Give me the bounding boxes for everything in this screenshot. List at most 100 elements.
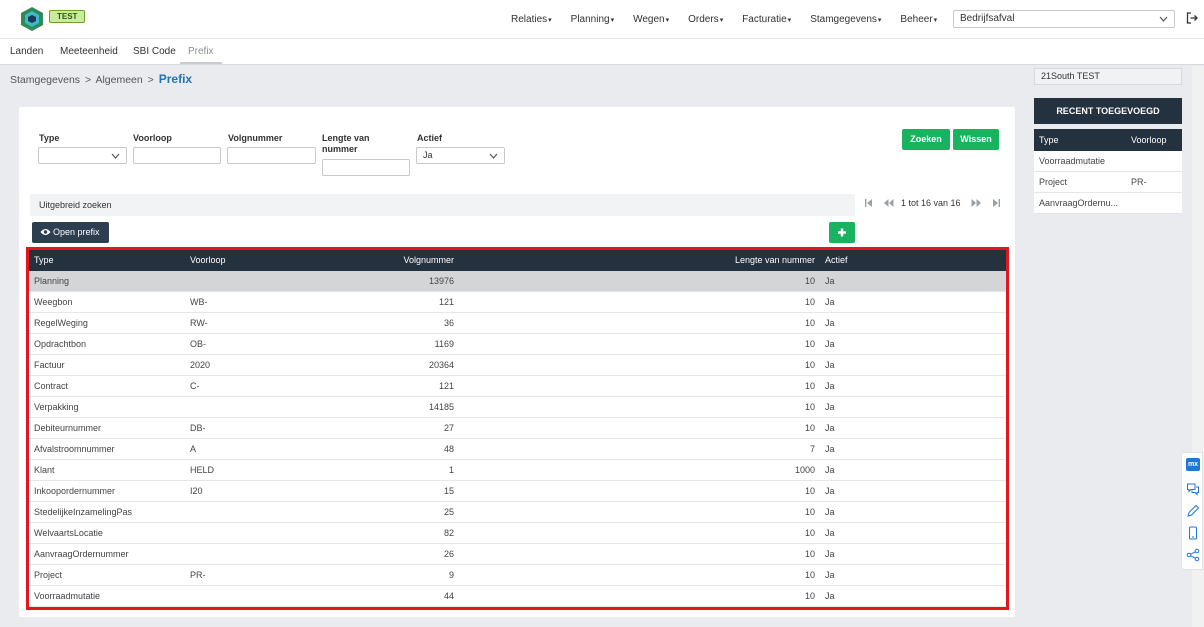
- menu-stamgegevens[interactable]: Stamgegevens▾: [810, 14, 881, 25]
- cell-actief: Ja: [825, 591, 835, 601]
- menu-relaties[interactable]: Relaties▾: [511, 14, 552, 25]
- type-label: Type: [39, 133, 60, 143]
- mx-badge-icon[interactable]: mx: [1186, 458, 1200, 471]
- cell-lengte: 10: [804, 570, 815, 580]
- cell-voorloop: RW-: [190, 318, 208, 328]
- top-navbar: TEST Relaties▾ Planning▾ Wegen▾ Orders▾ …: [0, 0, 1204, 39]
- cell-lengte: 10: [804, 423, 815, 433]
- environment-badge: TEST: [49, 10, 86, 23]
- cell-actief: Ja: [825, 318, 835, 328]
- type-select[interactable]: [38, 147, 127, 164]
- cell-type: Weegbon: [34, 297, 73, 307]
- plus-icon: [838, 228, 846, 237]
- cell-voorloop: WB-: [190, 297, 208, 307]
- cell-lengte: 10: [804, 591, 815, 601]
- table-row[interactable]: RegelWeging RW- 36 10 Ja: [29, 313, 1006, 334]
- table-row[interactable]: Planning 13976 10 Ja: [29, 271, 1006, 292]
- cell-volgnummer: 1169: [434, 339, 454, 349]
- table-row[interactable]: StedelijkeInzamelingPas 25 10 Ja: [29, 502, 1006, 523]
- menu-facturatie[interactable]: Facturatie▾: [742, 14, 791, 25]
- table-row[interactable]: Opdrachtbon OB- 1169 10 Ja: [29, 334, 1006, 355]
- chevron-down-icon: [489, 153, 498, 159]
- volgnummer-input[interactable]: [227, 147, 316, 164]
- cell-actief: Ja: [825, 276, 835, 286]
- voorloop-input[interactable]: [133, 147, 221, 164]
- lengte-input[interactable]: [322, 159, 410, 176]
- volgnummer-label: Volgnummer: [228, 133, 283, 143]
- pencil-icon[interactable]: [1186, 504, 1200, 518]
- cell-type: Klant: [34, 465, 55, 475]
- open-prefix-button[interactable]: Open prefix: [32, 222, 109, 243]
- company-select[interactable]: Bedrijfsafval: [953, 10, 1175, 28]
- cell-lengte: 10: [804, 402, 815, 412]
- app-logo-icon[interactable]: [19, 6, 45, 32]
- menu-wegen[interactable]: Wegen▾: [633, 14, 669, 25]
- column-header-volgnummer[interactable]: Volgnummer: [354, 250, 454, 271]
- voorloop-label: Voorloop: [133, 133, 172, 143]
- table-row[interactable]: Afvalstroomnummer A 48 7 Ja: [29, 439, 1006, 460]
- cell-volgnummer: 36: [443, 318, 454, 328]
- tab-landen[interactable]: Landen: [10, 46, 43, 57]
- cell-type: Project: [34, 570, 63, 580]
- advanced-search-toggle[interactable]: Uitgebreid zoeken: [30, 194, 855, 216]
- cell-lengte: 10: [804, 381, 815, 391]
- recent-table-body: Voorraadmutatie Project PR- AanvraagOrdernu…: [1034, 151, 1182, 214]
- breadcrumb-stamgegevens[interactable]: Stamgegevens: [10, 74, 80, 86]
- tab-meeteenheid[interactable]: Meeteenheid: [60, 46, 118, 57]
- table-row[interactable]: Verpakking 14185 10 Ja: [29, 397, 1006, 418]
- cell-actief: Ja: [825, 423, 835, 433]
- recent-cell-type: AanvraagOrdernu...: [1039, 198, 1119, 208]
- column-header-voorloop[interactable]: Voorloop: [190, 250, 226, 271]
- recent-row[interactable]: Voorraadmutatie: [1034, 151, 1182, 172]
- first-page-icon[interactable]: [864, 198, 873, 208]
- clear-button[interactable]: Wissen: [953, 129, 999, 150]
- table-row[interactable]: Factuur 2020 20364 10 Ja: [29, 355, 1006, 376]
- cell-volgnummer: 14185: [428, 402, 454, 412]
- cell-voorloop: HELD: [190, 465, 215, 475]
- cell-voorloop: 2020: [190, 360, 211, 370]
- breadcrumb-algemeen[interactable]: Algemeen: [95, 74, 142, 86]
- actief-select[interactable]: Ja: [416, 147, 505, 164]
- column-header-type[interactable]: Type: [34, 250, 54, 271]
- previous-page-icon[interactable]: [883, 198, 894, 208]
- menu-beheer[interactable]: Beheer▾: [900, 14, 937, 25]
- chevron-down-icon: [111, 153, 120, 159]
- recent-row[interactable]: AanvraagOrdernu...: [1034, 193, 1182, 214]
- table-row[interactable]: Weegbon WB- 121 10 Ja: [29, 292, 1006, 313]
- cell-voorloop: PR-: [190, 570, 206, 580]
- breadcrumb: Stamgegevens > Algemeen > Prefix: [10, 72, 193, 86]
- tab-prefix[interactable]: Prefix: [188, 46, 214, 57]
- cell-type: Afvalstroomnummer: [34, 444, 115, 454]
- table-row[interactable]: AanvraagOrdernummer 26 10 Ja: [29, 544, 1006, 565]
- cell-type: Inkoopordernummer: [34, 486, 116, 496]
- tab-sbi-code[interactable]: SBI Code: [133, 46, 176, 57]
- menu-orders[interactable]: Orders▾: [688, 14, 723, 25]
- cell-type: Debiteurnummer: [34, 423, 102, 433]
- table-row[interactable]: WelvaartsLocatie 82 10 Ja: [29, 523, 1006, 544]
- cell-type: Verpakking: [34, 402, 79, 412]
- cell-lengte: 10: [804, 486, 815, 496]
- menu-planning[interactable]: Planning▾: [571, 14, 614, 25]
- next-page-icon[interactable]: [971, 198, 982, 208]
- add-prefix-button[interactable]: [829, 222, 855, 243]
- mobile-phone-icon[interactable]: [1186, 526, 1200, 540]
- last-page-icon[interactable]: [992, 198, 1001, 208]
- cell-volgnummer: 25: [443, 507, 454, 517]
- cell-type: RegelWeging: [34, 318, 88, 328]
- table-row[interactable]: Contract C- 121 10 Ja: [29, 376, 1006, 397]
- search-button[interactable]: Zoeken: [902, 129, 950, 150]
- share-icon[interactable]: [1186, 548, 1200, 562]
- column-header-actief[interactable]: Actief: [825, 250, 848, 271]
- table-row[interactable]: Debiteurnummer DB- 27 10 Ja: [29, 418, 1006, 439]
- recent-row[interactable]: Project PR-: [1034, 172, 1182, 193]
- table-row[interactable]: Project PR- 9 10 Ja: [29, 565, 1006, 586]
- table-row[interactable]: Inkoopordernummer I20 15 10 Ja: [29, 481, 1006, 502]
- logout-icon[interactable]: [1186, 12, 1198, 24]
- column-header-lengte[interactable]: Lengte van nummer: [715, 250, 815, 271]
- pagination: 1 tot 16 van 16: [864, 198, 1004, 210]
- cell-actief: Ja: [825, 465, 835, 475]
- chat-icon[interactable]: [1186, 482, 1200, 496]
- cell-actief: Ja: [825, 528, 835, 538]
- table-row[interactable]: Voorraadmutatie 44 10 Ja: [29, 586, 1006, 607]
- table-row[interactable]: Klant HELD 1 1000 Ja: [29, 460, 1006, 481]
